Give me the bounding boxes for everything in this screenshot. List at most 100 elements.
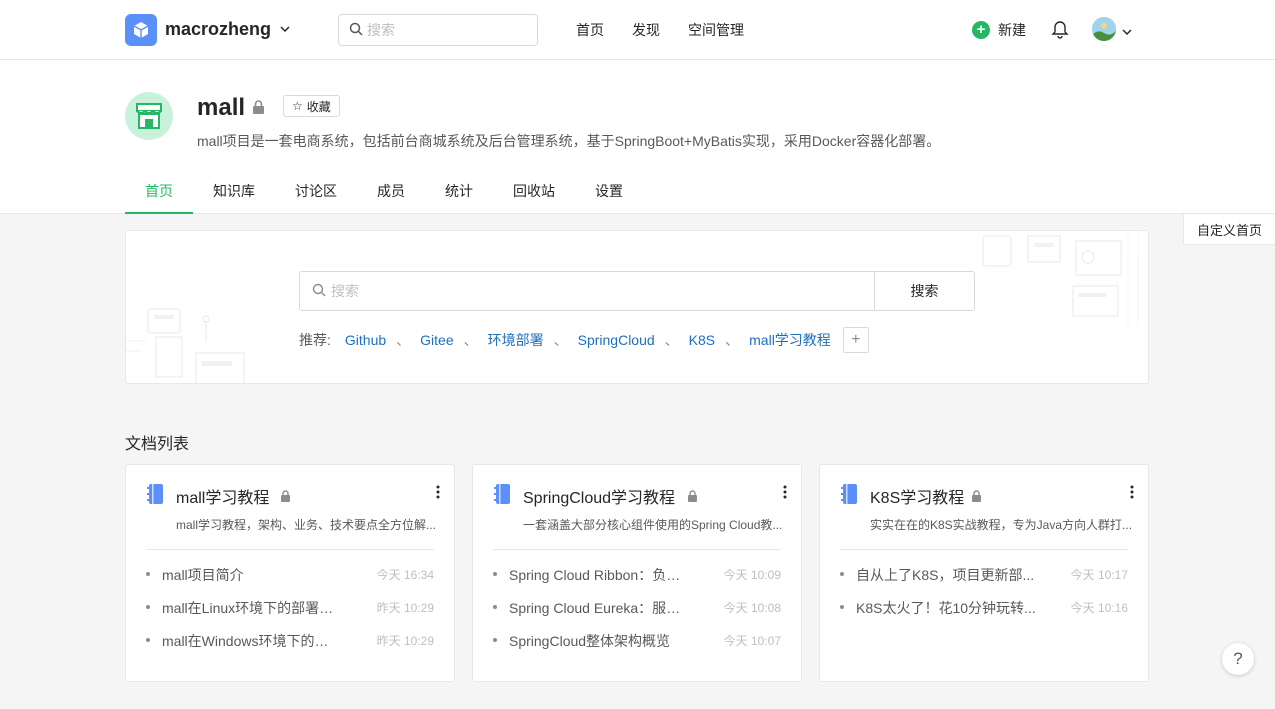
doc-item[interactable]: mall项目简介 今天 16:34 <box>146 565 434 598</box>
recommend-separator: 、 <box>463 332 478 348</box>
top-search-input[interactable] <box>367 22 517 38</box>
doc-item[interactable]: 自从上了K8S，项目更新部... 今天 10:17 <box>840 565 1128 598</box>
nav-home[interactable]: 首页 <box>576 20 604 40</box>
doc-item[interactable]: mall在Windows环境下的部署 昨天 10:29 <box>146 631 434 664</box>
decorative-illustration <box>978 231 1148 329</box>
doc-time: 今天 10:17 <box>1070 568 1128 582</box>
plus-circle-icon: + <box>972 21 990 39</box>
lock-icon <box>280 489 291 505</box>
card-title[interactable]: mall学习教程 <box>176 484 269 508</box>
recommend-separator: 、 <box>664 332 679 348</box>
tab-statistics[interactable]: 统计 <box>425 168 493 214</box>
tab-recycle-bin[interactable]: 回收站 <box>493 168 575 214</box>
avatar[interactable] <box>1092 17 1116 41</box>
space-header: mall ☆ 收藏 mall项目是一套电商系统，包括前台商城系统及后台管理系统，… <box>0 60 1275 214</box>
doc-title[interactable]: 自从上了K8S，项目更新部... <box>856 565 1036 585</box>
new-button-label: 新建 <box>998 22 1026 38</box>
store-icon <box>125 92 173 140</box>
more-vertical-icon[interactable] <box>436 485 440 502</box>
doc-time: 今天 16:34 <box>376 568 434 582</box>
nav-discover[interactable]: 发现 <box>632 20 660 40</box>
bullet-dot <box>146 572 150 576</box>
tab-home[interactable]: 首页 <box>125 168 193 214</box>
card-description: mall学习教程，架构、业务、技术要点全方位解... <box>176 518 437 532</box>
chevron-down-icon[interactable] <box>279 22 291 38</box>
add-recommend-button[interactable]: + <box>842 327 869 353</box>
knowledge-card[interactable]: K8S学习教程 实实在在的K8S实战教程，专为Java方向人群打... 自从上了… <box>819 464 1149 682</box>
card-description: 一套涵盖大部分核心组件使用的Spring Cloud教... <box>523 518 783 532</box>
favorite-button-label: 收藏 <box>306 99 331 114</box>
favorite-button[interactable]: ☆ 收藏 <box>283 95 340 117</box>
new-button[interactable]: + 新建 <box>972 20 1026 40</box>
doc-item[interactable]: Spring Cloud Ribbon：负载... 今天 10:09 <box>493 565 781 598</box>
book-icon <box>146 483 164 508</box>
more-vertical-icon[interactable] <box>783 485 787 502</box>
customize-homepage-button[interactable]: 自定义首页 <box>1183 213 1275 245</box>
chevron-down-icon[interactable] <box>1122 24 1132 40</box>
recommend-separator: 、 <box>396 332 411 348</box>
knowledge-search-field[interactable] <box>300 272 874 310</box>
recommend-link-github[interactable]: Github <box>345 332 386 348</box>
doc-title[interactable]: SpringCloud整体架构概览 <box>509 631 689 651</box>
bullet-dot <box>493 605 497 609</box>
recommend-link-k8s[interactable]: K8S <box>689 332 715 348</box>
recommend-link-mall-tutorial[interactable]: mall学习教程 <box>749 330 831 350</box>
doc-list: Spring Cloud Ribbon：负载... 今天 10:09 Spring… <box>493 565 781 664</box>
space-description: mall项目是一套电商系统，包括前台商城系统及后台管理系统，基于SpringBo… <box>197 133 941 149</box>
decorative-illustration <box>126 291 256 383</box>
doc-title[interactable]: mall在Windows环境下的部署 <box>162 631 342 651</box>
tab-settings[interactable]: 设置 <box>575 168 643 214</box>
bullet-dot <box>493 572 497 576</box>
space-logo-icon[interactable] <box>125 14 157 46</box>
card-title[interactable]: SpringCloud学习教程 <box>523 484 675 508</box>
recommend-separator: 、 <box>553 332 568 348</box>
book-icon <box>493 483 511 508</box>
bell-icon[interactable] <box>1051 19 1069 42</box>
help-button[interactable]: ? <box>1222 643 1254 675</box>
doc-time: 今天 10:16 <box>1070 601 1128 615</box>
knowledge-card[interactable]: mall学习教程 mall学习教程，架构、业务、技术要点全方位解... mall… <box>125 464 455 682</box>
search-button[interactable]: 搜索 <box>874 272 974 310</box>
top-bar: macrozheng 首页 发现 空间管理 + 新建 <box>0 0 1275 60</box>
tab-members[interactable]: 成员 <box>357 168 425 214</box>
recommend-link-deployment[interactable]: 环境部署 <box>488 330 544 350</box>
doc-time: 今天 10:08 <box>723 601 781 615</box>
recommend-link-springcloud[interactable]: SpringCloud <box>578 332 655 348</box>
more-vertical-icon[interactable] <box>1130 485 1134 502</box>
tab-knowledge-base[interactable]: 知识库 <box>193 168 275 214</box>
doc-title[interactable]: mall在Linux环境下的部署（... <box>162 598 342 618</box>
knowledge-search-input[interactable] <box>331 283 831 299</box>
search-icon <box>349 22 363 39</box>
card-title[interactable]: K8S学习教程 <box>870 484 964 508</box>
nav-space-admin[interactable]: 空间管理 <box>688 20 744 40</box>
doc-item[interactable]: mall在Linux环境下的部署（... 昨天 10:29 <box>146 598 434 631</box>
doc-item[interactable]: Spring Cloud Eureka：服务... 今天 10:08 <box>493 598 781 631</box>
recommend-label: 推荐: <box>299 332 331 348</box>
doc-title[interactable]: Spring Cloud Ribbon：负载... <box>509 565 689 585</box>
space-switcher-name[interactable]: macrozheng <box>165 19 271 40</box>
space-title: mall <box>197 94 246 121</box>
doc-time: 昨天 10:29 <box>376 634 434 648</box>
recommend-links: 推荐: Github 、 Gitee 、 环境部署 、 SpringCloud … <box>299 327 869 353</box>
knowledge-search-box: 搜索 <box>299 271 975 311</box>
bullet-dot <box>146 638 150 642</box>
space-tabs: 首页 知识库 讨论区 成员 统计 回收站 设置 <box>125 168 643 214</box>
doc-title[interactable]: Spring Cloud Eureka：服务... <box>509 598 689 618</box>
bullet-dot <box>493 638 497 642</box>
book-icon <box>840 483 858 508</box>
doc-title[interactable]: K8S太火了！花10分钟玩转... <box>856 598 1036 618</box>
lock-icon <box>971 489 982 505</box>
knowledge-card[interactable]: SpringCloud学习教程 一套涵盖大部分核心组件使用的Spring Clo… <box>472 464 802 682</box>
divider <box>840 549 1128 550</box>
doc-title[interactable]: mall项目简介 <box>162 565 342 585</box>
top-search-box[interactable] <box>338 14 538 46</box>
doc-item[interactable]: K8S太火了！花10分钟玩转... 今天 10:16 <box>840 598 1128 631</box>
doc-time: 昨天 10:29 <box>376 601 434 615</box>
divider <box>493 549 781 550</box>
doc-time: 今天 10:09 <box>723 568 781 582</box>
divider <box>146 549 434 550</box>
doc-item[interactable]: SpringCloud整体架构概览 今天 10:07 <box>493 631 781 664</box>
tab-discussion[interactable]: 讨论区 <box>275 168 357 214</box>
recommend-link-gitee[interactable]: Gitee <box>420 332 453 348</box>
search-icon <box>312 283 326 300</box>
